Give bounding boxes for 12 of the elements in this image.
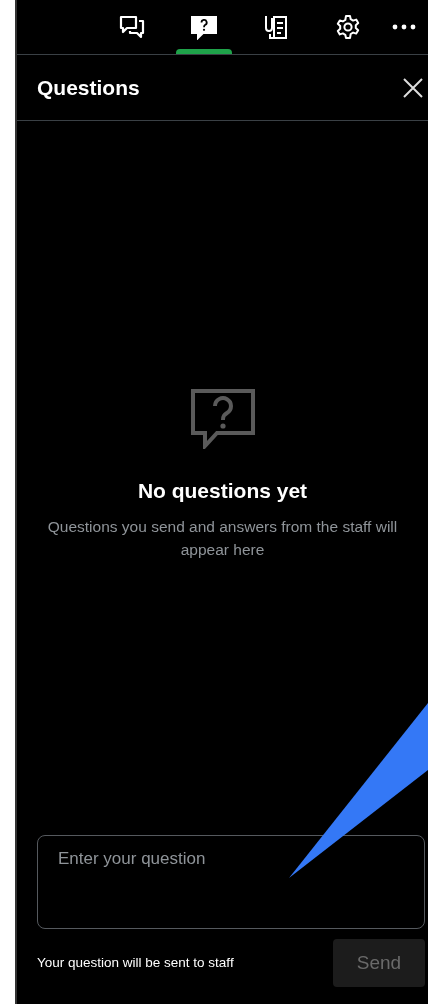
question-bubble-icon	[191, 14, 217, 40]
settings-icon	[335, 14, 361, 40]
panel-title: Questions	[37, 74, 140, 101]
empty-state-title: No questions yet	[137, 478, 308, 504]
more-icon	[392, 23, 416, 31]
close-icon	[402, 77, 424, 100]
question-bubble-icon	[190, 389, 255, 449]
question-field[interactable]: Enter your question	[37, 835, 425, 929]
chat-bubbles-icon	[119, 15, 145, 39]
footer-note: Your question will be sent to staff	[37, 953, 234, 972]
clipped-notes-icon	[264, 14, 288, 40]
empty-state-message: Questions you send and answers from the staff will appear here	[46, 516, 399, 560]
